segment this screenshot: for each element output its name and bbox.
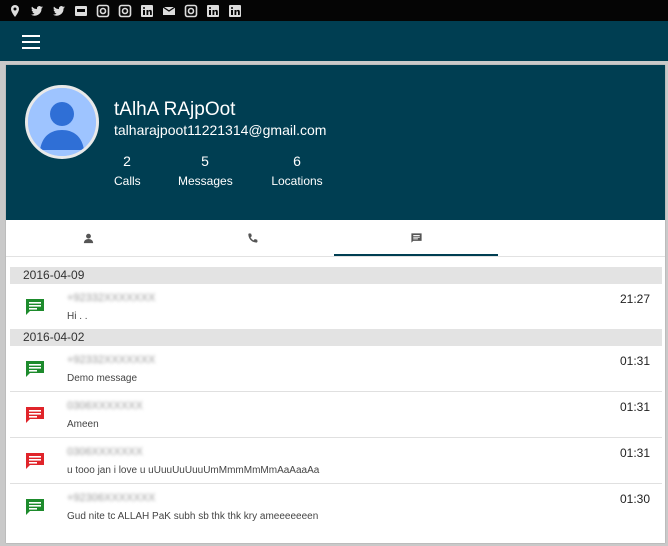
message-received-icon [24,497,46,517]
message-text: Gud nite tc ALLAH PaK subh sb thk thk kr… [67,511,319,522]
message-sent-icon [24,451,46,471]
person-icon [83,233,93,243]
message-time: 21:27 [619,292,650,306]
list-item[interactable]: +92306XXXXXXX Gud nite tc ALLAH PaK subh… [10,483,662,529]
instagram-icon[interactable] [184,4,198,18]
sender-number: +92306XXXXXXX [67,492,156,504]
sender-number: 0306XXXXXXX [67,400,143,412]
mail-icon[interactable] [162,4,176,18]
list-item[interactable]: 0306XXXXXXX Ameen 01:31 [10,391,662,437]
list-item[interactable]: +92332XXXXXXX Demo message 01:31 [10,346,662,391]
message-time: 01:31 [619,400,650,414]
profile-name: tAlhA RAjpOot [114,99,236,120]
message-text: Hi . . [67,311,88,322]
list-item[interactable]: 0306XXXXXXX u tooo jan i love u uUuuUuUu… [10,437,662,483]
tab-profile[interactable] [6,220,170,256]
message-text: u tooo jan i love u uUuuUuUuuUmMmmMmMmAa… [67,465,320,476]
message-received-icon [24,297,46,317]
stat-locations: 6 Locations [271,153,323,188]
linkedin-icon[interactable] [206,4,220,18]
sender-number: +92332XXXXXXX [67,292,156,304]
avatar [25,85,99,159]
pin-icon[interactable] [8,4,22,18]
linkedin-icon[interactable] [228,4,242,18]
instagram-icon[interactable] [96,4,110,18]
phone-icon [247,232,258,243]
message-text: Demo message [67,373,138,384]
profile-email: talharajpoot11221314@gmail.com [114,122,327,138]
sender-number: 0306XXXXXXX [67,446,143,458]
date-header: 2016-04-02 [10,329,662,346]
stat-locations-value: 6 [293,153,301,169]
tab-bar [6,220,665,257]
linkedin-icon[interactable] [140,4,154,18]
twitter-icon[interactable] [52,4,66,18]
hamburger-menu-icon[interactable] [22,35,40,49]
stat-messages-value: 5 [201,153,209,169]
message-time: 01:31 [619,446,650,460]
app-navbar [0,21,668,61]
stat-calls-label: Calls [114,174,141,188]
tab-messages[interactable] [334,220,498,256]
instagram-icon[interactable] [118,4,132,18]
stat-messages-label: Messages [178,174,233,188]
tab-calls[interactable] [170,220,334,256]
social-icons-bar [0,0,668,21]
message-received-icon [24,359,46,379]
stat-locations-label: Locations [271,174,323,188]
stat-calls-value: 2 [123,153,131,169]
message-list: 2016-04-09 +92332XXXXXXX Hi . . 21:27 20… [10,267,662,529]
stat-calls: 2 Calls [114,153,141,188]
message-sent-icon [24,405,46,425]
tumblr-icon[interactable] [74,4,88,18]
stat-messages: 5 Messages [178,153,233,188]
twitter-icon[interactable] [30,4,44,18]
list-item[interactable]: +92332XXXXXXX Hi . . 21:27 [10,284,662,329]
date-header: 2016-04-09 [10,267,662,284]
profile-header: tAlhA RAjpOot talharajpoot11221314@gmail… [6,65,665,220]
message-time: 01:30 [619,492,650,506]
sender-number: +92332XXXXXXX [67,354,156,366]
profile-card: tAlhA RAjpOot talharajpoot11221314@gmail… [6,65,665,543]
message-time: 01:31 [619,354,650,368]
message-icon [410,232,422,243]
avatar-placeholder-icon [28,88,96,156]
message-text: Ameen [67,419,99,430]
